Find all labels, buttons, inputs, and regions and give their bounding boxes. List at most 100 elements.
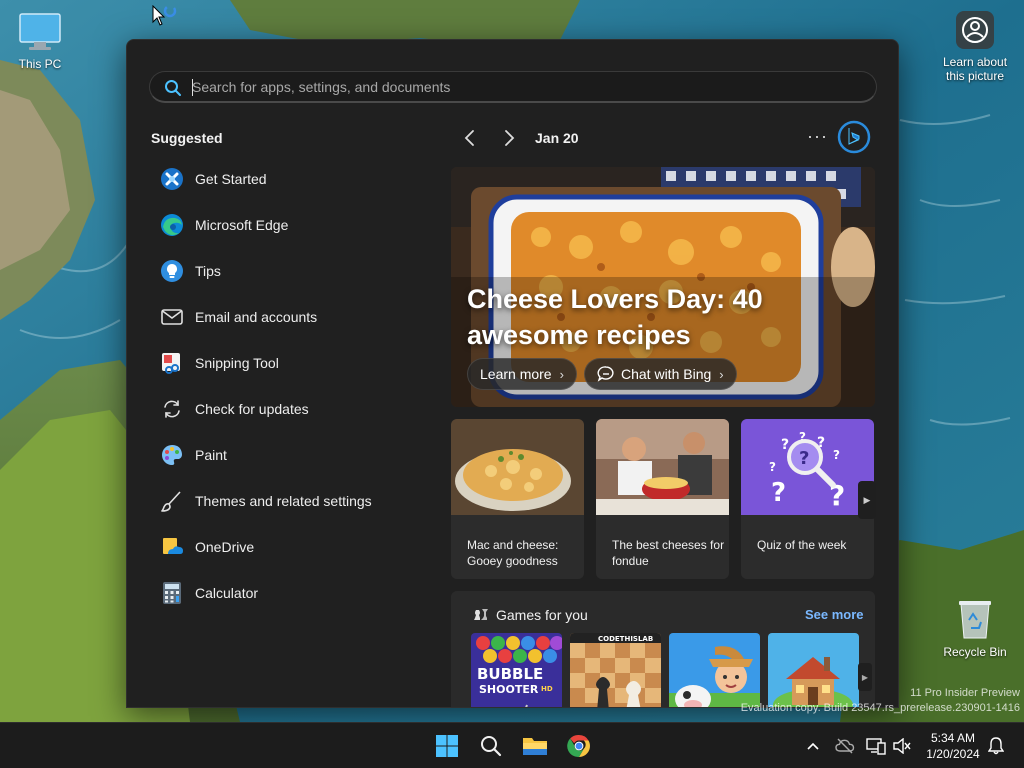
app-onedrive[interactable]: OneDrive bbox=[151, 524, 431, 570]
svg-text:?: ? bbox=[799, 448, 809, 469]
search-icon bbox=[481, 736, 502, 757]
learn-more-label: Learn more bbox=[480, 366, 552, 382]
chrome-button[interactable] bbox=[565, 732, 593, 760]
svg-text:HD: HD bbox=[541, 685, 553, 693]
next-button[interactable] bbox=[499, 128, 519, 148]
app-label: Paint bbox=[195, 447, 227, 463]
clock-time: 5:34 AM bbox=[930, 731, 976, 745]
start-menu-panel: Suggested Get Started Microsoft Edge bbox=[126, 39, 899, 708]
app-microsoft-edge[interactable]: Microsoft Edge bbox=[151, 202, 431, 248]
recycle-bin-label: Recycle Bin bbox=[943, 645, 1007, 659]
this-pc-shortcut[interactable]: This PC bbox=[12, 12, 68, 71]
watermark-line-1: 11 Pro Insider Preview bbox=[910, 687, 1020, 699]
speaker-muted-icon bbox=[893, 738, 911, 754]
learn-more-button[interactable]: Learn more › bbox=[467, 358, 577, 390]
recycle-bin-shortcut[interactable]: Recycle Bin bbox=[942, 598, 1008, 659]
app-themes-settings[interactable]: Themes and related settings bbox=[151, 478, 431, 524]
cloud-offline-icon bbox=[835, 738, 855, 754]
get-started-icon bbox=[159, 166, 185, 192]
volume-tray-button[interactable] bbox=[892, 736, 912, 756]
chat-with-bing-button[interactable]: Chat with Bing › bbox=[584, 358, 737, 390]
app-label: Microsoft Edge bbox=[195, 217, 289, 233]
mouse-cursor bbox=[152, 5, 177, 26]
svg-text:CODETHISLAB: CODETHISLAB bbox=[598, 635, 653, 643]
hero-headline: Cheese Lovers Day: 40 awesome recipes bbox=[467, 284, 763, 350]
see-more-link[interactable]: See more bbox=[805, 607, 864, 622]
svg-text:SHOOTER: SHOOTER bbox=[479, 683, 539, 696]
bell-icon bbox=[988, 737, 1004, 755]
taskbar: 5:34 AM 1/20/2024 bbox=[0, 722, 1024, 768]
caret-right-icon: ▶ bbox=[863, 494, 871, 505]
app-label: Tips bbox=[195, 263, 221, 279]
chrome-icon bbox=[567, 734, 590, 758]
app-snipping-tool[interactable]: Snipping Tool bbox=[151, 340, 431, 386]
cards-scroll-right-button[interactable]: ▶ bbox=[858, 481, 876, 519]
story-card-title: Quiz of the week bbox=[757, 538, 847, 552]
chevron-right-icon: › bbox=[559, 366, 564, 382]
story-card-fondue[interactable]: The best cheeses for fondue bbox=[596, 419, 729, 579]
calculator-icon bbox=[159, 580, 185, 606]
tips-icon bbox=[159, 258, 185, 284]
onedrive-tray-button[interactable] bbox=[835, 736, 855, 756]
game-tile-bubble-shooter[interactable]: BUBBLE SHOOTER HD bbox=[471, 633, 562, 707]
app-label: Get Started bbox=[195, 171, 267, 187]
start-button[interactable] bbox=[433, 732, 461, 760]
edge-icon bbox=[159, 212, 185, 238]
search-input[interactable] bbox=[192, 77, 852, 97]
suggested-heading: Suggested bbox=[151, 130, 223, 146]
bubble-shooter-artwork: BUBBLE SHOOTER HD bbox=[471, 633, 562, 707]
app-label: Snipping Tool bbox=[195, 355, 279, 371]
chess-pieces-icon bbox=[474, 609, 488, 620]
games-heading: Games for you bbox=[496, 607, 588, 623]
bing-chat-icon[interactable] bbox=[837, 120, 871, 154]
clock[interactable]: 5:34 AM 1/20/2024 bbox=[918, 730, 988, 762]
paint-icon bbox=[159, 442, 185, 468]
caret-right-icon: ▶ bbox=[861, 672, 869, 682]
email-icon bbox=[159, 304, 185, 330]
text-caret bbox=[192, 79, 193, 96]
app-calculator[interactable]: Calculator bbox=[151, 570, 431, 616]
file-explorer-button[interactable] bbox=[521, 732, 549, 760]
svg-text:?: ? bbox=[769, 460, 776, 474]
previous-button[interactable] bbox=[460, 128, 480, 148]
app-get-started[interactable]: Get Started bbox=[151, 156, 431, 202]
chat-with-bing-label: Chat with Bing bbox=[621, 366, 712, 382]
hero-story-card[interactable]: Cheese Lovers Day: 40 awesome recipes Le… bbox=[451, 167, 875, 407]
story-card-mac-and-cheese[interactable]: Mac and cheese: Gooey goodness bbox=[451, 419, 584, 579]
story-card-quiz[interactable]: ??? ?? ?? ? Quiz of the week bbox=[741, 419, 874, 579]
taskbar-search-button[interactable] bbox=[477, 732, 505, 760]
search-box[interactable] bbox=[149, 71, 877, 103]
app-email-and-accounts[interactable]: Email and accounts bbox=[151, 294, 431, 340]
snipping-tool-icon bbox=[159, 350, 185, 376]
fondue-photo bbox=[596, 419, 729, 515]
story-card-title: Mac and cheese: Gooey goodness bbox=[467, 538, 559, 568]
monitor-icon bbox=[19, 13, 61, 50]
learn-about-picture-label: Learn about this picture bbox=[942, 55, 1008, 83]
app-label: Calculator bbox=[195, 585, 259, 601]
svg-text:?: ? bbox=[833, 448, 840, 462]
app-tips[interactable]: Tips bbox=[151, 248, 431, 294]
this-pc-label: This PC bbox=[18, 57, 62, 71]
app-paint[interactable]: Paint bbox=[151, 432, 431, 478]
search-icon bbox=[165, 80, 181, 96]
windows-logo-icon bbox=[436, 735, 458, 757]
camera-info-icon bbox=[956, 11, 994, 49]
app-check-for-updates[interactable]: Check for updates bbox=[151, 386, 431, 432]
build-watermark: 11 Pro Insider Preview Evaluation copy. … bbox=[741, 686, 1020, 716]
quiz-illustration: ??? ?? ?? ? bbox=[741, 419, 874, 515]
network-icon bbox=[866, 738, 886, 755]
network-tray-button[interactable] bbox=[866, 736, 886, 756]
learn-about-picture-shortcut[interactable]: Learn about this picture bbox=[938, 10, 1012, 83]
notifications-button[interactable] bbox=[986, 736, 1006, 756]
brush-icon bbox=[159, 488, 185, 514]
more-options-button[interactable]: ··· bbox=[807, 126, 828, 147]
chat-bubble-icon bbox=[597, 366, 614, 382]
show-hidden-icons-button[interactable] bbox=[803, 736, 823, 756]
game-tile-chess[interactable]: CODETHISLAB bbox=[570, 633, 661, 707]
app-label: Check for updates bbox=[195, 401, 309, 417]
svg-text:?: ? bbox=[771, 478, 786, 508]
svg-text:?: ? bbox=[781, 437, 789, 453]
app-label: Email and accounts bbox=[195, 309, 318, 325]
chevron-up-icon bbox=[807, 742, 819, 750]
clock-date: 1/20/2024 bbox=[926, 747, 980, 761]
